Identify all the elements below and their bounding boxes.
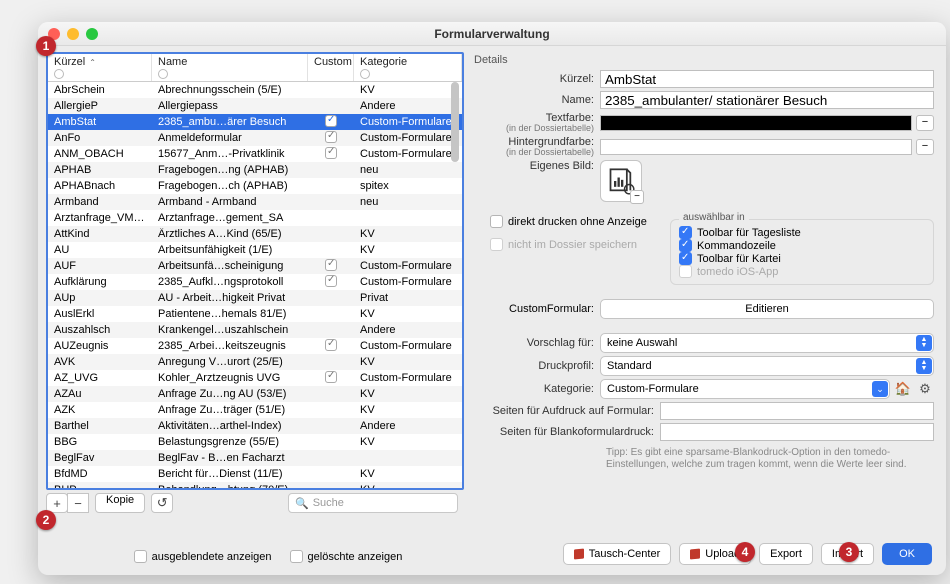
export-button[interactable]: Export [759,543,813,565]
textcolor-well[interactable] [600,115,912,131]
table-row[interactable]: AttKindÄrztliches A…Kind (65/E)KV [48,226,462,242]
label-vorschlag: Vorschlag für: [470,337,600,349]
window: Formularverwaltung Kürzel⌃ Name Custom [38,22,946,575]
window-title: Formularverwaltung [38,27,946,41]
label-kategorie: Kategorie: [470,383,600,395]
bgcolor-well[interactable] [600,139,912,155]
table-row[interactable]: ArmbandArmband - Armbandneu [48,194,462,210]
check-icon [325,259,337,271]
check-icon [325,147,337,159]
label-seiten-blanko: Seiten für Blankoformulardruck: [470,426,660,438]
forms-table: Kürzel⌃ Name Custom Kategorie A [46,52,464,490]
scrollbar[interactable] [449,82,461,487]
label-bild: Eigenes Bild: [470,160,600,172]
table-row[interactable]: Arztanfrage_VM_SAArztanfrage…gement_SA [48,210,462,226]
table-row[interactable]: AuszahlschKrankengel…uszahlscheinAndere [48,322,462,338]
copy-button[interactable]: Kopie [95,493,145,513]
remove-button[interactable]: − [67,493,89,513]
label-name: Name: [470,94,600,106]
annotation-2: 2 [36,510,56,530]
titlebar: Formularverwaltung [38,22,946,46]
label-hintergrund: Hintergrundfarbe:(in der Dossiertabelle) [470,136,600,157]
annotation-1: 1 [36,36,56,56]
seiten-aufdruck-field[interactable] [660,402,934,420]
table-row[interactable]: AZAuAnfrage Zu…ng AU (53/E)KV [48,386,462,402]
cube-icon [574,548,584,559]
table-row[interactable]: AmbStat2385_ambu…ärer BesuchCustom-Formu… [48,114,462,130]
label-druckprofil: Druckprofil: [470,360,600,372]
table-row[interactable]: AUFArbeitsunfä…scheinigungCustom-Formula… [48,258,462,274]
druckprofil-combo[interactable]: Standard▲▼ [600,356,934,376]
tausch-center-button[interactable]: Tausch-Center [563,543,672,565]
kuerzel-field[interactable] [600,70,934,88]
check-ios-app: tomedo iOS-App [679,265,925,278]
table-row[interactable]: APHABnachFragebogen…ch (APHAB)spitex [48,178,462,194]
table-row[interactable]: AZKAnfrage Zu…träger (51/E)KV [48,402,462,418]
table-row[interactable]: BarthelAktivitäten…arthel-Index)Andere [48,418,462,434]
label-customformular: CustomFormular: [470,303,600,315]
check-icon [325,339,337,351]
table-header: Kürzel⌃ Name Custom Kategorie [48,54,462,82]
edit-button[interactable]: Editieren [600,299,934,319]
table-row[interactable]: BeglFavBeglFav - B…en Facharzt [48,450,462,466]
cube-icon [690,548,700,559]
search-icon: 🔍 [295,497,309,510]
annotation-3: 3 [839,542,859,562]
table-row[interactable]: AllergiePAllergiepassAndere [48,98,462,114]
table-row[interactable]: AZ_UVGKohler_Arztzeugnis UVGCustom-Formu… [48,370,462,386]
check-toolbar-kartei[interactable]: Toolbar für Kartei [679,252,925,265]
blanko-hint: Tipp: Es gibt eine sparsame-Blankodruck-… [606,447,934,471]
table-row[interactable]: AnFoAnmeldeformularCustom-Formulare [48,130,462,146]
table-row[interactable]: BBGBelastungsgrenze (55/E)KV [48,434,462,450]
check-icon [325,131,337,143]
table-row[interactable]: BfdMDBericht für…Dienst (11/E)KV [48,466,462,482]
col-kuerzel[interactable]: Kürzel⌃ [48,54,152,81]
home-icon[interactable]: 🏠 [894,380,912,398]
kategorie-combo[interactable]: Custom-Formulare⌄ [600,379,890,399]
textcolor-clear[interactable]: − [916,115,934,131]
vorschlag-combo[interactable]: keine Auswahl▲▼ [600,333,934,353]
details-heading: Details [470,52,934,70]
table-row[interactable]: AbrScheinAbrechnungsschein (5/E)KV [48,82,462,98]
table-row[interactable]: AUpAU - Arbeit…higkeit PrivatPrivat [48,290,462,306]
name-field[interactable] [600,91,934,109]
col-kategorie[interactable]: Kategorie [354,54,462,81]
label-textfarbe: Textfarbe:(in der Dossiertabelle) [470,112,600,133]
table-row[interactable]: BHPBehandlung…htung (70/E)KV [48,482,462,488]
table-row[interactable]: ANM_OBACH15677_Anm…-PrivatklinikCustom-F… [48,146,462,162]
table-row[interactable]: AuslErklPatientene…hemals 81/E)KV [48,306,462,322]
image-clear[interactable]: − [630,190,644,204]
ok-button[interactable]: OK [882,543,932,565]
gear-icon[interactable]: ⚙ [916,380,934,398]
table-row[interactable]: AUArbeitsunfähigkeit (1/E)KV [48,242,462,258]
selectable-group: auswählbar in Toolbar für Tagesliste Kom… [670,219,934,285]
check-icon [325,115,337,127]
image-well[interactable]: − [600,160,642,202]
seiten-blanko-field[interactable] [660,423,934,441]
check-no-save: nicht im Dossier speichern [490,238,670,251]
check-kommandozeile[interactable]: Kommandozeile [679,239,925,252]
col-name[interactable]: Name [152,54,308,81]
table-row[interactable]: APHABFragebogen…ng (APHAB)neu [48,162,462,178]
label-kuerzel: Kürzel: [470,73,600,85]
table-row[interactable]: Aufklärung2385_Aufkl…ngsprotokollCustom-… [48,274,462,290]
revert-button[interactable]: ↺ [151,493,173,513]
col-custom[interactable]: Custom [308,54,354,81]
search-input[interactable]: 🔍 Suche [288,493,458,513]
check-direct-print[interactable]: direkt drucken ohne Anzeige [490,215,670,228]
annotation-4: 4 [735,542,755,562]
check-icon [325,275,337,287]
label-seiten-aufdruck: Seiten für Aufdruck auf Formular: [470,405,660,417]
table-row[interactable]: AVKAnregung V…urort (25/E)KV [48,354,462,370]
table-row[interactable]: AUZeugnis2385_Arbei…keitszeugnisCustom-F… [48,338,462,354]
check-icon [325,371,337,383]
bgcolor-clear[interactable]: − [916,139,934,155]
check-toolbar-tagesliste[interactable]: Toolbar für Tagesliste [679,226,925,239]
